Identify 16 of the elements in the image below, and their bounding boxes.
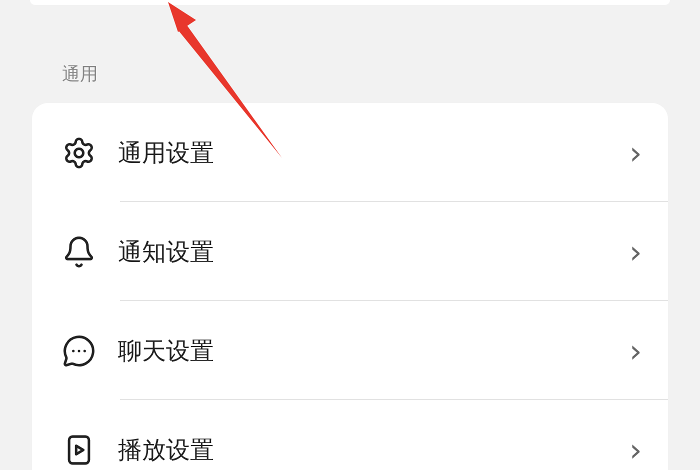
chevron-icon: › <box>629 334 642 366</box>
chevron-icon: › <box>629 136 642 168</box>
section-title: 通用 <box>62 63 98 87</box>
settings-row[interactable]: 播放设置 › <box>32 400 668 470</box>
settings-row[interactable]: 通知设置 › <box>32 202 668 301</box>
row-label: 通知设置 <box>118 236 214 268</box>
settings-icon <box>62 136 96 170</box>
row-label: 聊天设置 <box>118 336 214 366</box>
row-label: 通用设置 <box>118 138 214 168</box>
row-label: 播放设置 <box>118 434 214 466</box>
chat-bubble-icon <box>62 334 96 368</box>
bell-icon <box>62 234 96 268</box>
settings-row[interactable]: 通用设置 › <box>32 103 668 202</box>
chevron-icon: › <box>629 434 642 466</box>
chevron-icon: › <box>629 236 642 268</box>
settings-row[interactable]: 聊天设置 › <box>32 301 668 400</box>
